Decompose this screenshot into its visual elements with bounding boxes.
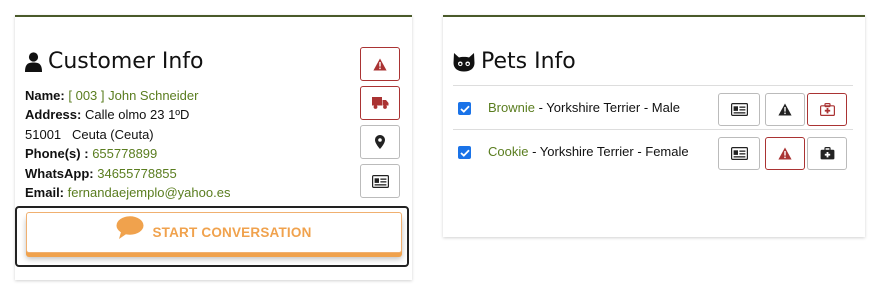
pet-medical-button[interactable] [807, 137, 847, 170]
name-label: Name: [25, 88, 65, 103]
address-value: Calle olmo 23 1ºD [84, 107, 190, 123]
pet-name-link[interactable]: Cookie [488, 144, 528, 159]
id-card-icon [730, 147, 748, 160]
pets-info-title: Pets Info [453, 49, 576, 74]
pet-card-button[interactable] [718, 93, 760, 126]
address-label: Address: [25, 107, 82, 123]
customer-name-link[interactable]: [ 003 ] John Schneider [68, 88, 198, 103]
id-card-icon [371, 174, 389, 188]
customer-details: Name: [ 003 ] John Schneider Address: Ca… [25, 86, 230, 202]
pet-select-checkbox[interactable] [458, 146, 471, 159]
phone-link[interactable]: 655778899 [92, 146, 157, 161]
customer-info-title: Customer Info [25, 49, 204, 74]
pet-name-link[interactable]: Brownie [488, 100, 535, 115]
speech-bubble-icon [116, 216, 152, 243]
pet-row: Cookie - Yorkshire Terrier - Female [453, 129, 853, 173]
phones-line: Phone(s) : 655778899 [25, 144, 230, 163]
truck-icon [371, 97, 389, 109]
pets-info-card: Pets Info Brownie - Yorkshire Terrier - … [443, 15, 865, 237]
checkmark-icon [459, 105, 470, 113]
pet-details: - Yorkshire Terrier - Male [534, 100, 680, 115]
id-card-icon [730, 103, 748, 116]
whatsapp-label: WhatsApp: [25, 165, 94, 181]
pet-description: Brownie - Yorkshire Terrier - Male [488, 100, 680, 115]
map-marker-icon [375, 135, 385, 149]
customer-card-button[interactable] [360, 164, 400, 198]
start-conversation-label: START CONVERSATION [152, 225, 312, 240]
user-icon [25, 51, 42, 72]
customer-title-text: Customer Info [48, 49, 204, 74]
whatsapp-line: WhatsApp: 34655778855 [25, 164, 230, 183]
city-line: 51001 Ceuta (Ceuta) [25, 126, 154, 142]
pet-select-checkbox[interactable] [458, 102, 471, 115]
cat-icon [453, 52, 475, 72]
pet-row: Brownie - Yorkshire Terrier - Male [453, 85, 853, 129]
warning-icon [778, 103, 792, 116]
checkmark-icon [459, 149, 470, 157]
email-label: Email: [25, 185, 65, 201]
email-line: Email: fernandaejemplo@yahoo.es [25, 183, 230, 202]
customer-location-button[interactable] [360, 125, 400, 159]
phones-label: Phone(s) : [25, 146, 89, 162]
email-link[interactable]: fernandaejemplo@yahoo.es [68, 185, 231, 200]
customer-info-card: Customer Info Name: [ 003 ] John Schneid… [15, 15, 412, 280]
warning-icon [373, 58, 387, 71]
pet-alert-button[interactable] [765, 93, 805, 126]
medkit-icon [819, 103, 835, 116]
pets-title-text: Pets Info [481, 49, 576, 74]
customer-transport-button[interactable] [360, 86, 400, 120]
pet-details: - Yorkshire Terrier - Female [528, 144, 689, 159]
pet-card-button[interactable] [718, 137, 760, 170]
start-conversation-button[interactable]: START CONVERSATION [26, 212, 402, 253]
pet-alert-button[interactable] [765, 137, 805, 170]
pet-medical-button[interactable] [807, 93, 847, 126]
medkit-icon [820, 147, 835, 160]
name-line: Name: [ 003 ] John Schneider [25, 86, 230, 105]
customer-alert-button[interactable] [360, 47, 400, 81]
address-line: Address: Calle olmo 23 1ºD [25, 105, 230, 124]
whatsapp-link[interactable]: 34655778855 [97, 166, 177, 181]
pet-description: Cookie - Yorkshire Terrier - Female [488, 144, 689, 159]
warning-icon [778, 147, 792, 160]
start-conversation-focus-ring: START CONVERSATION [15, 206, 409, 267]
